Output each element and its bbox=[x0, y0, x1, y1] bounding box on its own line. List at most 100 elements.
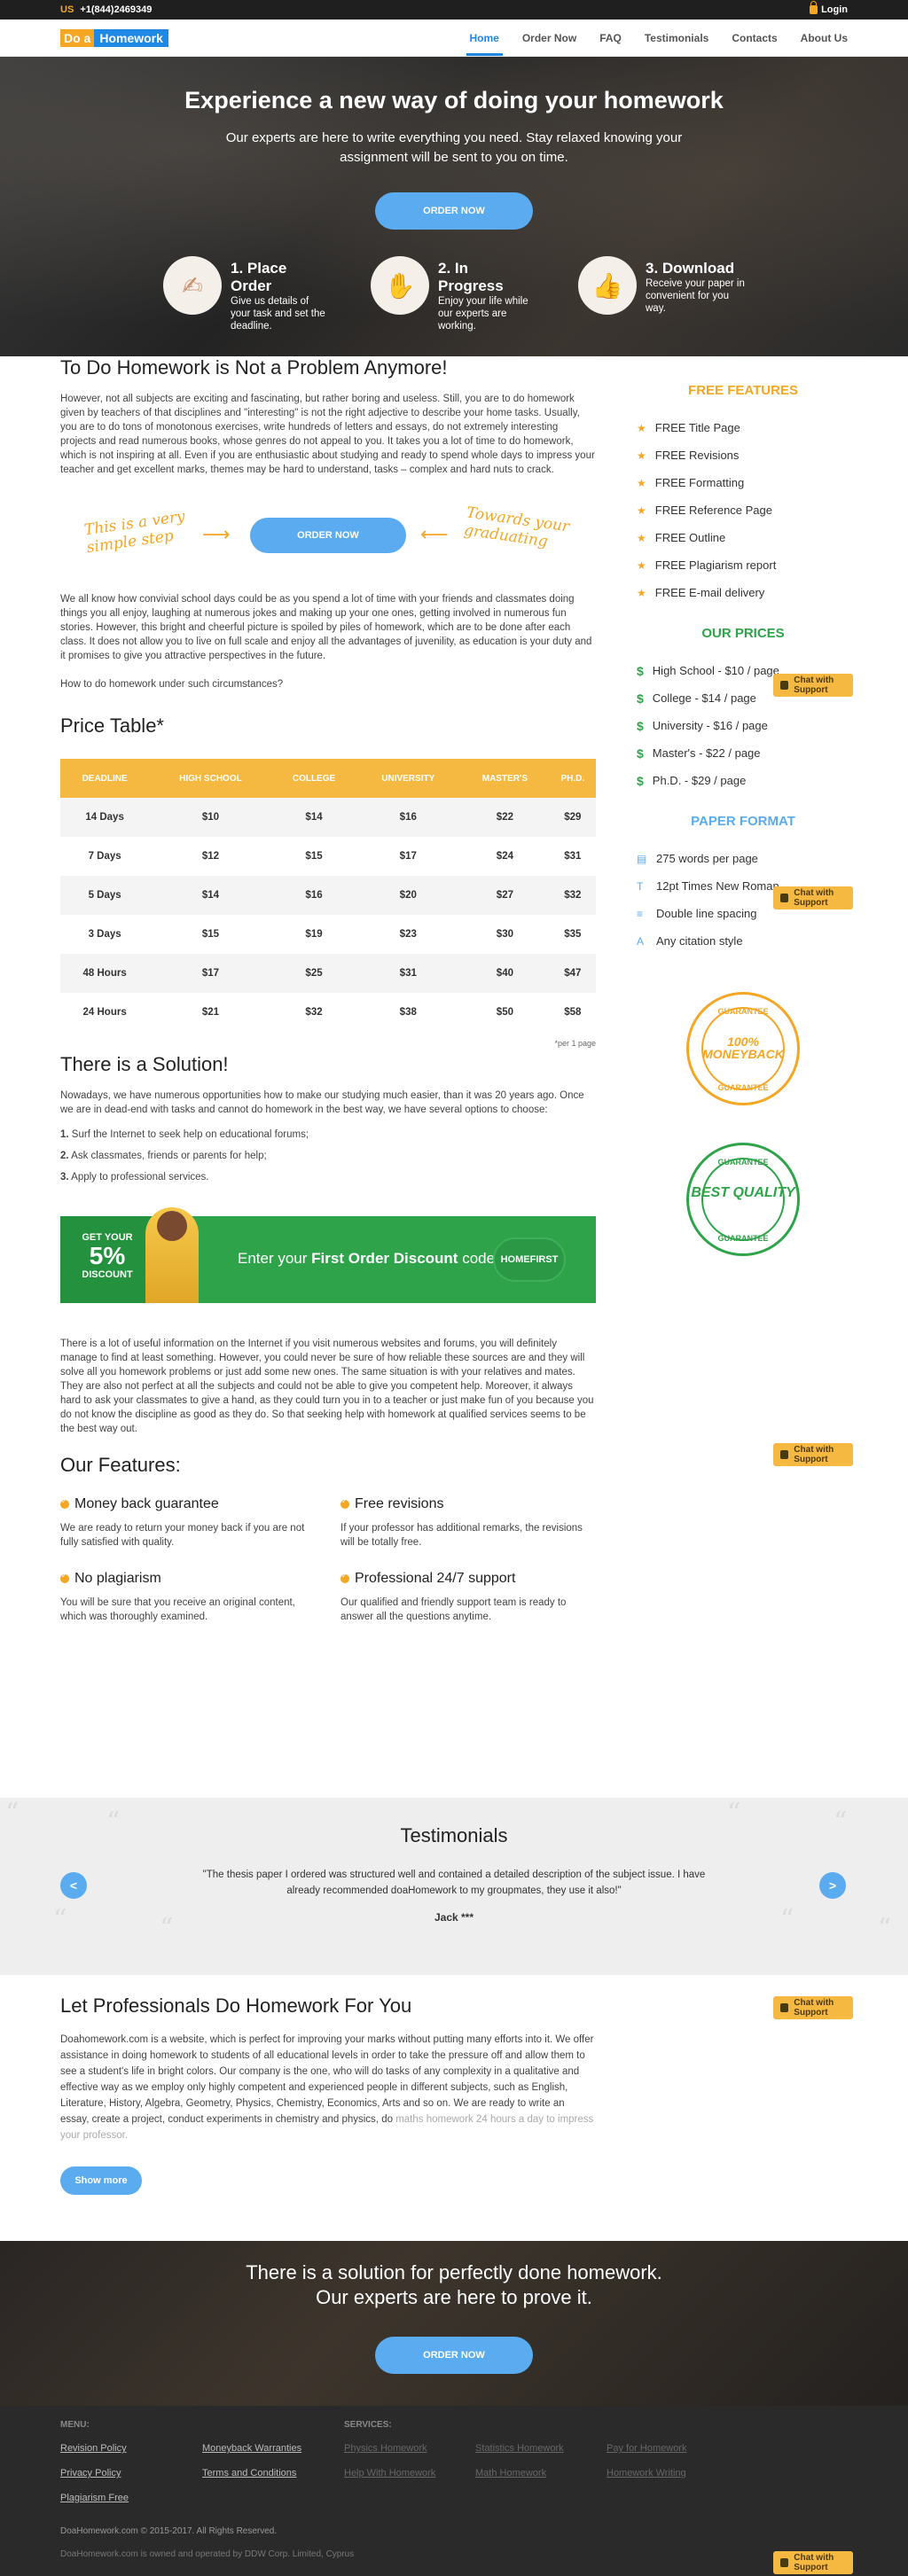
footer-link-moneyback[interactable]: Moneyback Warranties bbox=[202, 2443, 301, 2454]
professionals-section: Let Professionals Do Homework For You Do… bbox=[60, 1994, 596, 2195]
footer-link-help-with-homework[interactable]: Help With Homework bbox=[344, 2468, 435, 2478]
testimonials-section: “ “ “ “ “ “ “ “ Testimonials < "The thes… bbox=[0, 1798, 908, 1975]
table-cell: $14 bbox=[271, 798, 356, 837]
show-more-button[interactable]: Show more bbox=[60, 2166, 142, 2195]
table-row: 3 Days $15 $19 $23 $30 $35 bbox=[60, 915, 596, 954]
chat-support-button[interactable]: Chat with Support bbox=[773, 886, 853, 909]
list-item-label: Ph.D. - $29 / page bbox=[652, 774, 747, 787]
chat-support-button[interactable]: Chat with Support bbox=[773, 1443, 853, 1466]
table-cell: $50 bbox=[496, 1007, 513, 1018]
table-cell: $17 bbox=[149, 954, 272, 993]
nav-item-order-now[interactable]: Order Now bbox=[522, 20, 576, 56]
list-item: ★ FREE Outline bbox=[637, 524, 849, 551]
nav-item-about-us[interactable]: About Us bbox=[801, 20, 848, 56]
site-logo[interactable]: Do a Homework bbox=[60, 28, 168, 47]
nav-item-contacts[interactable]: Contacts bbox=[732, 20, 777, 56]
cta-order-button[interactable]: ORDER NOW bbox=[375, 2337, 533, 2374]
phone-contact[interactable]: US +1(844)2469349 bbox=[60, 4, 152, 15]
table-row: 48 Hours $17 $25 $31 $40 $47 bbox=[60, 954, 596, 993]
free-features-list: ★ FREE Title Page ★ FREE Revisions ★ FREE F… bbox=[637, 414, 849, 606]
list-item: ★ FREE Revisions bbox=[637, 441, 849, 469]
footer-link-terms[interactable]: Terms and Conditions bbox=[202, 2468, 296, 2478]
list-item: ★ FREE Reference Page bbox=[637, 496, 849, 524]
list-item: 3. Apply to professional services. bbox=[60, 1170, 596, 1184]
list-item: 2. Ask classmates, friends or parents fo… bbox=[60, 1149, 596, 1163]
next-testimonial-button[interactable]: > bbox=[819, 1872, 846, 1899]
font-icon: T bbox=[637, 879, 644, 893]
feature-title-text: No plagiarism bbox=[74, 1571, 161, 1586]
list-item: $ Ph.D. - $29 / page bbox=[637, 767, 849, 794]
chat-label: Chat with Support bbox=[794, 888, 834, 908]
check-icon bbox=[60, 1497, 69, 1509]
main-navigation: Do a Homework Home Order Now FAQ Testimo… bbox=[0, 20, 908, 57]
list-item: ★ FREE Title Page bbox=[637, 414, 849, 441]
list-item-label: FREE Plagiarism report bbox=[654, 558, 777, 572]
table-cell: $31 bbox=[564, 851, 582, 862]
nav-item-testimonials[interactable]: Testimonials bbox=[645, 20, 708, 56]
cta-line-1: There is a solution for perfectly done h… bbox=[246, 2261, 662, 2283]
hero-order-button[interactable]: ORDER NOW bbox=[375, 192, 533, 230]
chat-support-button[interactable]: Chat with Support bbox=[773, 674, 853, 697]
country-flag: US bbox=[60, 4, 74, 15]
feature-title: Money back guarantee bbox=[60, 1496, 316, 1512]
discount-text-b: First Order Discount bbox=[311, 1250, 458, 1267]
chat-support-button[interactable]: Chat with Support bbox=[773, 1996, 853, 2019]
seal-main-text: BEST QUALITY bbox=[691, 1185, 795, 1200]
login-link[interactable]: Login bbox=[810, 1, 848, 15]
table-cell: $20 bbox=[356, 876, 461, 915]
professionals-paragraph: Doahomework.com is a website, which is p… bbox=[60, 2032, 596, 2143]
footer-link-math-homework[interactable]: Math Homework bbox=[475, 2468, 546, 2478]
footer-services-title: SERVICES: bbox=[344, 2420, 392, 2430]
discount-code[interactable]: HOMEFIRST bbox=[493, 1237, 566, 1282]
intro-title: To Do Homework is Not a Problem Anymore! bbox=[60, 356, 448, 379]
list-item: A Any citation style bbox=[637, 927, 849, 955]
option-number: 1. bbox=[60, 1129, 69, 1140]
hero-section: Experience a new way of doing your homew… bbox=[0, 57, 908, 356]
arrow-left-icon: ⟵ bbox=[420, 523, 449, 545]
table-cell: $23 bbox=[399, 929, 417, 940]
table-cell: $16 bbox=[356, 798, 461, 837]
discount-banner[interactable]: GET YOUR 5% DISCOUNT Enter your First Or… bbox=[60, 1207, 596, 1303]
phone-number[interactable]: +1(844)2469349 bbox=[80, 4, 152, 15]
table-row: 5 Days $14 $16 $20 $27 $32 bbox=[60, 876, 596, 915]
seal-main-text: 100% MONEYBACK bbox=[702, 1034, 784, 1061]
feature-item: Money back guarantee We are ready to ret… bbox=[60, 1496, 316, 1550]
list-item: $ University - $16 / page bbox=[637, 712, 849, 739]
footer-link-pay-for-homework[interactable]: Pay for Homework bbox=[607, 2443, 686, 2454]
footer-link-homework-writing[interactable]: Homework Writing bbox=[607, 2468, 686, 2478]
price-table-title: Price Table* bbox=[60, 714, 164, 737]
feature-item: Free revisions If your professor has add… bbox=[340, 1496, 596, 1550]
citation-icon: A bbox=[637, 934, 645, 948]
testimonial-text: "The thesis paper I ordered was structur… bbox=[202, 1870, 706, 1896]
professionals-title: Let Professionals Do Homework For You bbox=[60, 1994, 412, 2017]
table-cell: $29 bbox=[549, 798, 596, 837]
option-text: Apply to professional services. bbox=[71, 1172, 209, 1183]
table-row: 24 Hours $21 $32 $38 $50 $58 bbox=[60, 993, 596, 1032]
hero-subtitle: Our experts are here to write everything… bbox=[225, 130, 683, 165]
order-callout: This is a very simple step ⟶ ORDER NOW ⟵… bbox=[60, 495, 596, 576]
table-cell: $40 bbox=[460, 954, 550, 993]
testimonial-author: Jack *** bbox=[434, 1911, 474, 1924]
chat-support-button[interactable]: Chat with Support bbox=[773, 2551, 853, 2574]
chat-label: Chat with Support bbox=[794, 675, 834, 695]
footer-link-physics-homework[interactable]: Physics Homework bbox=[344, 2443, 427, 2454]
feature-title-text: Free revisions bbox=[355, 1496, 444, 1511]
table-cell: $16 bbox=[271, 876, 356, 915]
footer-link-plagiarism-free[interactable]: Plagiarism Free bbox=[60, 2493, 129, 2503]
list-item-label: FREE Reference Page bbox=[654, 503, 772, 517]
table-cell: $31 bbox=[356, 954, 461, 993]
student-image bbox=[145, 1207, 199, 1303]
check-icon bbox=[340, 1572, 349, 1583]
prev-testimonial-button[interactable]: < bbox=[60, 1872, 87, 1899]
footer-link-privacy-policy[interactable]: Privacy Policy bbox=[60, 2468, 121, 2478]
feature-item: No plagiarism You will be sure that you … bbox=[60, 1571, 316, 1624]
nav-item-faq[interactable]: FAQ bbox=[599, 20, 622, 56]
footer-link-statistics-homework[interactable]: Statistics Homework bbox=[475, 2443, 564, 2454]
table-cell: $32 bbox=[305, 1007, 323, 1018]
nav-item-home[interactable]: Home bbox=[466, 20, 504, 56]
footer-link-revision-policy[interactable]: Revision Policy bbox=[60, 2443, 127, 2454]
feature-title: Professional 24/7 support bbox=[340, 1571, 596, 1587]
seal-top-text: GUARANTEE bbox=[717, 1158, 769, 1167]
intro-order-button[interactable]: ORDER NOW bbox=[250, 518, 406, 553]
hero-title: Experience a new way of doing your homew… bbox=[184, 87, 724, 113]
